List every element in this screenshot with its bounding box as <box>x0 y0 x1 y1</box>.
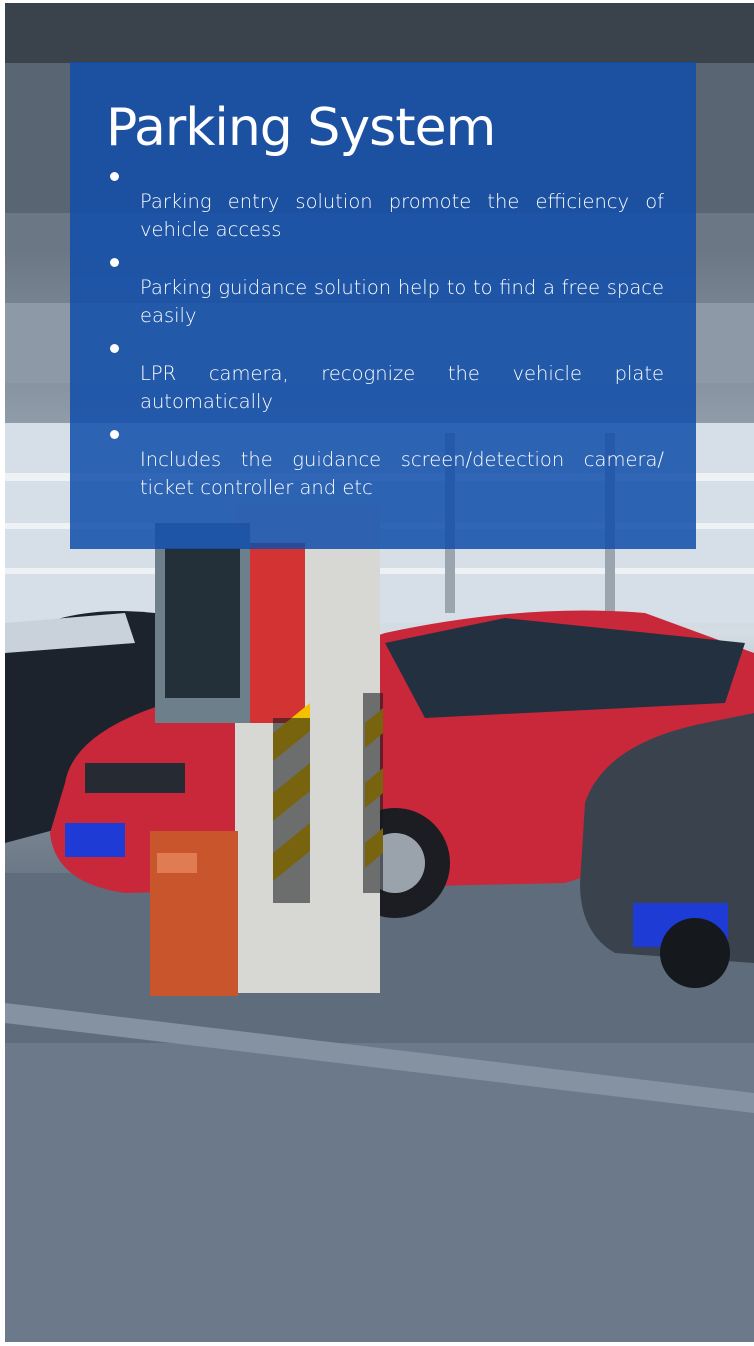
bullet-icon <box>110 430 119 439</box>
parking-system-info-panel: Parking System Parking entry solution pr… <box>70 62 696 549</box>
feature-text: Includes the guidance screen/detection c… <box>140 448 664 499</box>
list-item: Parking guidance solution help to to fin… <box>106 258 664 330</box>
feature-text: Parking guidance solution help to to fin… <box>140 276 664 327</box>
parking-garage-photo: Parking System Parking entry solution pr… <box>5 3 754 1342</box>
feature-text: Parking entry solution promote the effic… <box>140 190 664 241</box>
page-title: Parking System <box>106 98 496 158</box>
list-item: LPR camera, recognize the vehicle plate … <box>106 344 664 416</box>
list-item: Includes the guidance screen/detection c… <box>106 430 664 502</box>
feature-text: LPR camera, recognize the vehicle plate … <box>140 362 664 413</box>
bullet-icon <box>110 344 119 353</box>
bullet-icon <box>110 258 119 267</box>
list-item: Parking entry solution promote the effic… <box>106 172 664 244</box>
feature-list: Parking entry solution promote the effic… <box>106 172 664 502</box>
bullet-icon <box>110 172 119 181</box>
